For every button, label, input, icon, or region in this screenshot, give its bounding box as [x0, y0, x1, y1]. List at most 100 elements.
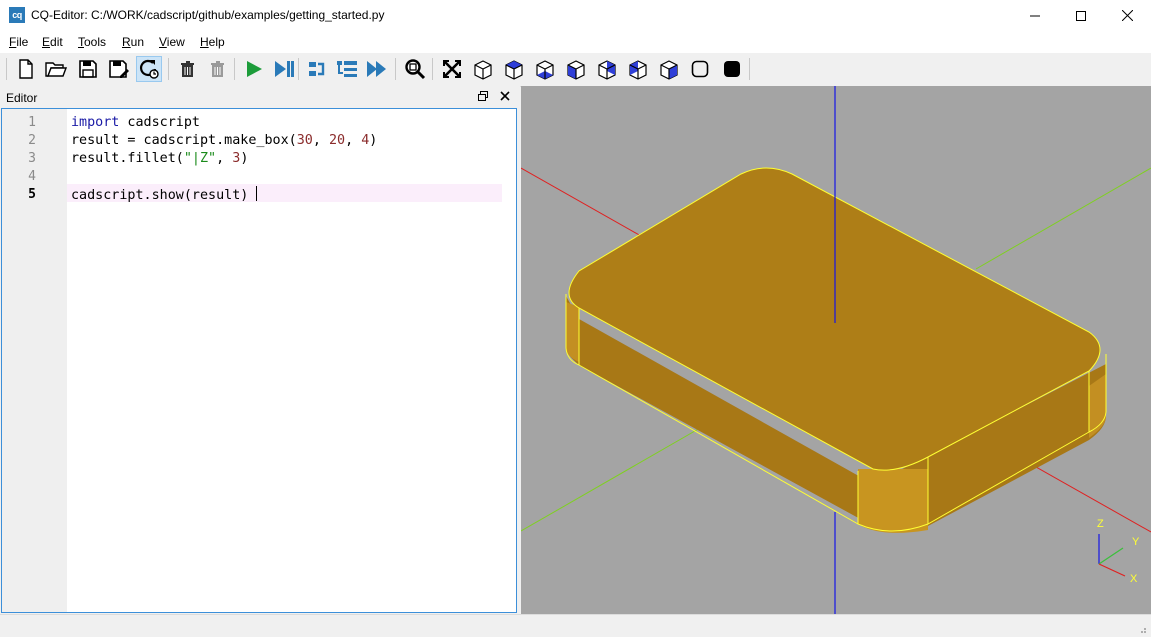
toolbar-handle[interactable] [6, 58, 7, 80]
x-axis-line [521, 167, 642, 237]
close-icon [500, 91, 510, 101]
keyword: import [71, 115, 120, 130]
axis-label-x: X [1130, 573, 1138, 585]
top-view-icon [505, 60, 523, 80]
toolbar-separator [298, 58, 299, 80]
toolbar-separator [168, 58, 169, 80]
code-line[interactable]: import cadscript [71, 114, 200, 132]
debug-icon [275, 61, 294, 77]
step-over-icon [337, 61, 357, 77]
wireframe-button[interactable] [687, 56, 713, 82]
back-view-button[interactable] [594, 56, 620, 82]
open-file-icon [45, 62, 67, 77]
size-grip-icon [1141, 628, 1146, 633]
shaded-button[interactable] [719, 56, 745, 82]
iso-view-button[interactable] [470, 56, 496, 82]
right-view-button[interactable] [656, 56, 682, 82]
step-over-button[interactable] [334, 56, 360, 82]
3d-shape-box[interactable] [565, 167, 1107, 533]
front-view-icon [567, 60, 585, 80]
autoreload-icon [140, 59, 159, 79]
axis-triad: Z Y X [1097, 518, 1140, 585]
autoreload-button[interactable] [136, 56, 162, 82]
viewer-canvas[interactable]: Z Y X [521, 86, 1151, 614]
line-number-gutter: 1 2 3 4 5 [2, 109, 67, 612]
step-icon [309, 62, 325, 76]
line-number: 3 [28, 151, 36, 166]
menu-bar: File Edit Tools Run View Help [0, 31, 1151, 53]
save-button[interactable] [75, 56, 101, 82]
back-view-icon [598, 60, 616, 80]
menu-run[interactable]: Run [122, 35, 144, 49]
save-as-icon [109, 60, 129, 78]
delete-button[interactable] [205, 56, 231, 82]
new-file-icon [19, 59, 33, 79]
clear-button[interactable] [175, 56, 201, 82]
continue-icon [367, 61, 386, 77]
zoom-fit-button[interactable] [402, 56, 428, 82]
float-button[interactable] [477, 90, 491, 104]
new-file-button[interactable] [13, 56, 39, 82]
step-button[interactable] [304, 56, 330, 82]
status-bar [0, 614, 1151, 636]
3d-viewer[interactable]: Z Y X [521, 86, 1151, 614]
wireframe-icon [691, 60, 709, 78]
editor-dock: Editor 1 2 3 4 5 import cadscript result… [0, 86, 520, 616]
bottom-view-icon [536, 60, 554, 80]
run-icon [247, 61, 262, 77]
y-axis-line [975, 167, 1151, 270]
save-icon [79, 60, 97, 78]
line-number: 1 [28, 115, 36, 130]
debug-button[interactable] [271, 56, 297, 82]
maximize-button[interactable] [1058, 0, 1104, 31]
clear-icon [181, 61, 194, 77]
app-icon: cq [9, 7, 25, 23]
top-view-button[interactable] [501, 56, 527, 82]
minimize-button[interactable] [1012, 0, 1058, 31]
toolbar [0, 53, 1151, 87]
iso-view-icon [474, 60, 492, 80]
toolbar-separator [234, 58, 235, 80]
float-icon [478, 91, 488, 101]
maximize-icon [1076, 10, 1086, 21]
save-as-button[interactable] [106, 56, 132, 82]
front-view-button[interactable] [563, 56, 589, 82]
minimize-icon [1030, 15, 1040, 16]
menu-view[interactable]: View [159, 35, 185, 49]
menu-help[interactable]: Help [200, 35, 225, 49]
code-line[interactable]: result.fillet("|Z", 3) [71, 150, 248, 168]
dock-close-button[interactable] [499, 90, 513, 104]
zoom-fit-icon [405, 59, 426, 80]
toolbar-separator [432, 58, 433, 80]
continue-button[interactable] [364, 56, 390, 82]
menu-edit[interactable]: Edit [42, 35, 63, 49]
toolbar-separator [395, 58, 396, 80]
right-view-icon [660, 60, 678, 80]
bottom-view-button[interactable] [532, 56, 558, 82]
menu-file[interactable]: File [9, 35, 28, 49]
code-editor[interactable]: 1 2 3 4 5 import cadscript result = cads… [1, 108, 517, 613]
left-view-button[interactable] [625, 56, 651, 82]
code-line[interactable]: result = cadscript.make_box(30, 20, 4) [71, 132, 377, 150]
title-bar: cq CQ-Editor: C:/WORK/cadscript/github/e… [0, 0, 1151, 31]
line-number: 2 [28, 133, 36, 148]
editor-dock-header: Editor [0, 86, 520, 108]
code-line-current[interactable]: cadscript.show(result) [71, 186, 258, 205]
close-window-button[interactable] [1104, 0, 1150, 31]
left-view-icon [629, 60, 647, 80]
run-button[interactable] [241, 56, 267, 82]
text-caret [256, 186, 258, 201]
editor-dock-title: Editor [6, 91, 38, 105]
shaded-icon [724, 61, 740, 77]
axis-label-z: Z [1097, 518, 1104, 530]
toolbar-separator [749, 58, 750, 80]
menu-tools[interactable]: Tools [78, 35, 106, 49]
fit-icon [443, 60, 461, 78]
axis-label-y: Y [1132, 536, 1140, 548]
fit-button[interactable] [439, 56, 465, 82]
open-file-button[interactable] [43, 56, 69, 82]
line-number-current: 5 [28, 187, 36, 202]
window-title: CQ-Editor: C:/WORK/cadscript/github/exam… [31, 8, 385, 22]
line-number: 4 [28, 169, 36, 184]
size-grip[interactable] [1139, 623, 1147, 633]
